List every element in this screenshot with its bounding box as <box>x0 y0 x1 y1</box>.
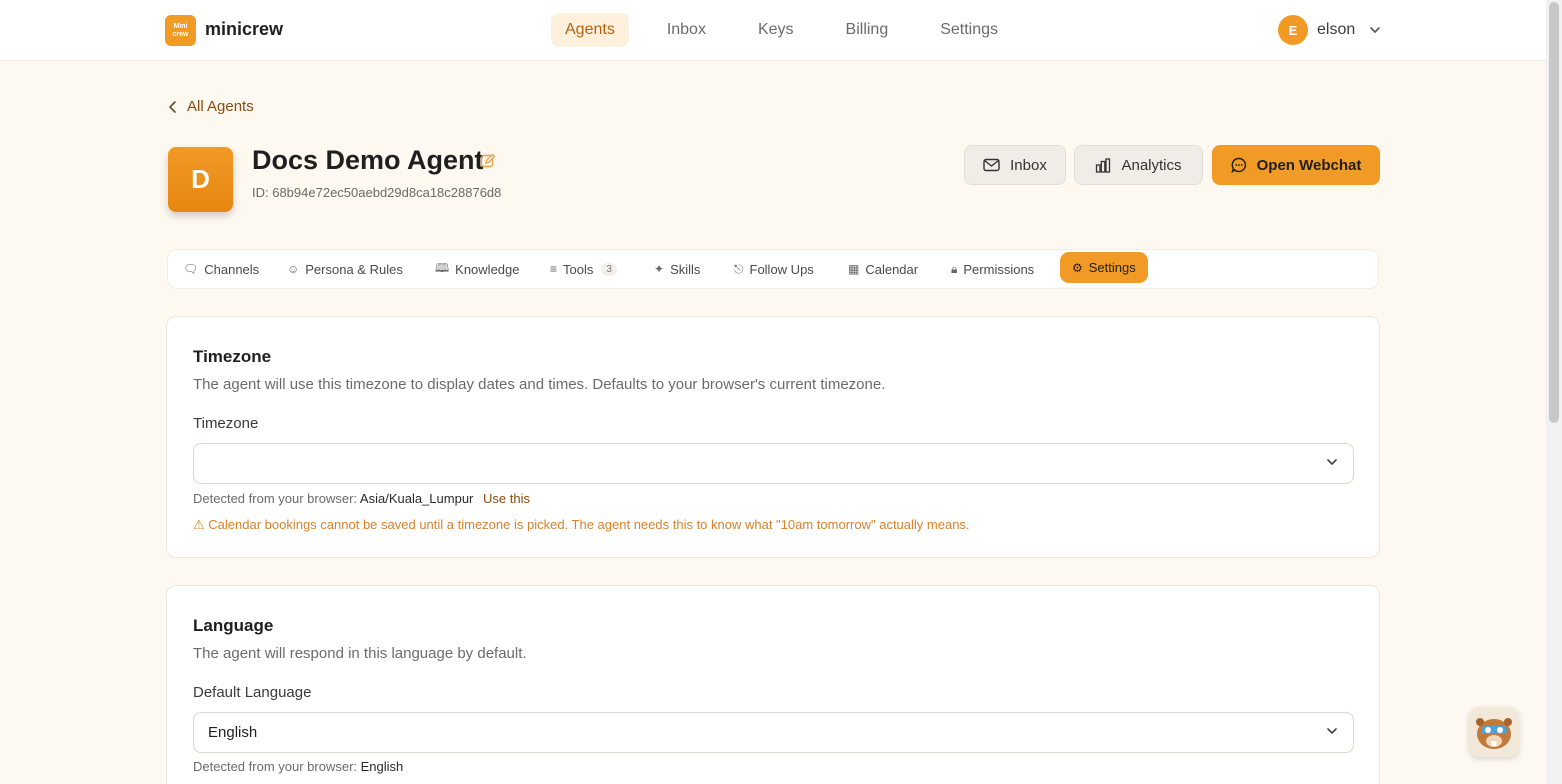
inbox-button[interactable]: Inbox <box>964 145 1066 185</box>
nav-agents[interactable]: Agents <box>551 13 629 47</box>
top-navbar: Mini crew minicrew Agents Inbox Keys Bil… <box>0 0 1546 61</box>
tab-skills[interactable]: ✦ Skills <box>654 257 700 281</box>
tab-channels-label: Channels <box>204 261 260 277</box>
detected-language-value: English <box>360 759 404 774</box>
logo-text-top: Mini <box>173 22 188 30</box>
timezone-description: The agent will use this timezone to disp… <box>193 376 886 393</box>
assistant-launcher-button[interactable] <box>1469 707 1519 757</box>
timezone-detected-hint: Detected from your browser: Asia/Kuala_L… <box>193 491 530 506</box>
user-name: elson <box>1317 21 1356 38</box>
beaver-mascot-icon <box>1476 718 1512 749</box>
chat-icon: 🗨︎ <box>183 262 199 276</box>
tab-settings[interactable]: ⚙ Settings <box>1060 252 1148 283</box>
timezone-card: Timezone The agent will use this timezon… <box>166 316 1380 558</box>
agent-avatar: D <box>168 147 233 212</box>
analytics-button-label: Analytics <box>1121 156 1182 174</box>
tab-knowledge[interactable]: 🕮︎ Knowledge <box>435 257 519 281</box>
language-card: Language The agent will respond in this … <box>166 585 1380 784</box>
sliders-icon: ≡ <box>550 262 558 276</box>
detected-prefix: Detected from your browser: <box>193 491 358 506</box>
language-description: The agent will respond in this language … <box>193 645 527 662</box>
main-nav: Agents Inbox Keys Billing Settings <box>551 13 1036 47</box>
edit-pencil-icon[interactable] <box>480 153 496 169</box>
tab-tools-label: Tools <box>563 261 594 277</box>
tab-calendar-label: Calendar <box>865 261 919 277</box>
detected-prefix: Detected from your browser: <box>193 759 358 774</box>
tab-follow-ups[interactable]: ⎋ Follow Ups <box>734 257 814 281</box>
tab-channels[interactable]: 🗨︎ Channels <box>183 257 259 281</box>
gear-icon: ⚙ <box>1072 260 1083 275</box>
user-avatar: E <box>1278 15 1308 45</box>
open-webchat-button-label: Open Webchat <box>1256 156 1362 174</box>
tools-count-badge: 3 <box>601 262 617 276</box>
nav-billing[interactable]: Billing <box>832 13 903 47</box>
lock-icon: 🔒︎ <box>951 261 958 276</box>
tab-skills-label: Skills <box>670 261 701 277</box>
detected-timezone-value: Asia/Kuala_Lumpur <box>359 491 474 506</box>
language-select[interactable]: English <box>193 712 1354 753</box>
language-field-label: Default Language <box>193 684 312 701</box>
timezone-warning-text: Calendar bookings cannot be saved until … <box>208 517 970 532</box>
chevron-left-icon <box>169 100 176 113</box>
puzzle-icon: ✦ <box>654 262 665 276</box>
open-webchat-button[interactable]: Open Webchat <box>1212 145 1380 185</box>
nav-keys[interactable]: Keys <box>744 13 808 47</box>
tab-knowledge-label: Knowledge <box>455 261 520 277</box>
message-circle-icon <box>1231 157 1246 173</box>
language-section-title: Language <box>193 616 274 635</box>
tab-permissions[interactable]: 🔒︎ Permissions <box>951 257 1034 281</box>
persona-icon: ☺ <box>287 262 300 276</box>
logo[interactable]: Mini crew <box>165 15 196 46</box>
bell-icon: ⎋ <box>734 261 744 276</box>
timezone-field-label: Timezone <box>193 415 259 432</box>
language-detected-hint: Detected from your browser: English <box>193 759 403 774</box>
mail-icon <box>983 158 1000 172</box>
chevron-down-icon <box>1370 27 1381 33</box>
tab-follow-ups-label: Follow Ups <box>749 261 814 277</box>
user-menu[interactable]: E elson <box>1278 15 1382 45</box>
inbox-button-label: Inbox <box>1010 156 1047 174</box>
logo-text-bottom: crew <box>172 30 189 38</box>
scrollbar-thumb[interactable] <box>1549 2 1559 423</box>
nav-inbox[interactable]: Inbox <box>653 13 720 47</box>
agent-tabs: 🗨︎ Channels ☺ Persona & Rules 🕮︎ Knowled… <box>167 249 1379 289</box>
warning-triangle-icon: ⚠︎ <box>193 517 205 532</box>
timezone-select[interactable] <box>193 443 1354 484</box>
tab-calendar[interactable]: ▦ Calendar <box>848 257 918 281</box>
timezone-warning: ⚠︎ Calendar bookings cannot be saved unt… <box>193 517 970 533</box>
tab-settings-label: Settings <box>1088 260 1136 275</box>
tab-tools[interactable]: ≡ Tools 3 <box>550 257 617 281</box>
language-select-value: English <box>208 724 258 741</box>
chevron-down-icon <box>1327 728 1337 734</box>
agent-id: ID: 68b94e72ec50aebd29d8ca18c28876d8 <box>252 185 502 200</box>
nav-settings[interactable]: Settings <box>926 13 1012 47</box>
back-to-all-agents-link[interactable]: All Agents <box>167 98 254 115</box>
book-icon: 🕮︎ <box>435 260 450 275</box>
analytics-button[interactable]: Analytics <box>1074 145 1203 185</box>
chevron-down-icon <box>1327 459 1337 465</box>
agent-name: Docs Demo Agent <box>252 145 484 175</box>
tab-permissions-label: Permissions <box>963 261 1035 277</box>
use-detected-timezone-link[interactable]: Use this <box>483 491 530 506</box>
timezone-section-title: Timezone <box>193 347 272 366</box>
tab-persona-rules[interactable]: ☺ Persona & Rules <box>287 257 403 281</box>
back-link-label: All Agents <box>187 98 254 115</box>
brand-name[interactable]: minicrew <box>205 19 283 40</box>
calendar-icon: ▦ <box>848 262 860 276</box>
bar-chart-icon <box>1096 157 1111 173</box>
tab-persona-rules-label: Persona & Rules <box>305 261 403 277</box>
